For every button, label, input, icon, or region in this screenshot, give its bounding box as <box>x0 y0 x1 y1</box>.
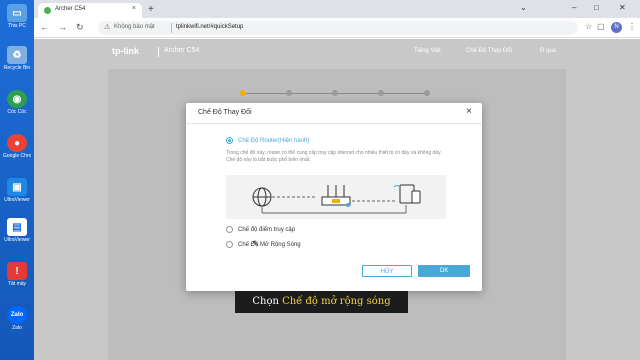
desktop-icon-label: Google Chrome <box>3 153 31 159</box>
new-tab-button[interactable]: + <box>148 4 154 15</box>
url-text: tplinkwifi.net/#quickSetup <box>176 24 244 30</box>
desktop-icon-label: Cốc Cốc <box>7 109 27 115</box>
mouse-cursor-icon: ↖ <box>252 238 260 248</box>
insecure-label: Không bảo mật <box>114 24 155 30</box>
desktop-icon-document[interactable]: ▤ UltraViewer <box>3 218 31 243</box>
omnibox-divider <box>171 23 172 33</box>
menu-icon[interactable]: ⋮ <box>628 22 636 31</box>
desktop-icon-coccoc[interactable]: ◉ Cốc Cốc <box>3 90 31 115</box>
tab-title: Archer C54 <box>55 6 86 12</box>
desktop: ▭ This PC ♻ Recycle Bin ◉ Cốc Cốc ● Goog… <box>0 0 34 360</box>
maximize-icon[interactable]: □ <box>594 3 599 12</box>
tplink-logo: tp-link <box>112 46 139 56</box>
setup-step-dot <box>240 90 246 96</box>
tab-strip: Archer C54 × + ⌄ – □ ✕ <box>34 0 640 18</box>
logout-link[interactable]: Đ qua <box>540 48 556 54</box>
back-icon[interactable]: ← <box>40 22 49 32</box>
chrome-icon: ● <box>7 134 27 152</box>
desktop-icon-label: Recycle Bin <box>3 65 31 71</box>
router-mode-diagram <box>226 175 446 219</box>
change-mode-link[interactable]: Chế Độ Thay Đổi <box>466 48 512 54</box>
bookmark-star-icon[interactable]: ☆ <box>585 22 592 31</box>
tab-search-icon[interactable]: ⌄ <box>520 3 527 12</box>
address-bar[interactable]: ⚠ Không bảo mật tplinkwifi.net/#quickSet… <box>98 21 578 35</box>
close-icon[interactable]: × <box>466 106 472 117</box>
desktop-icon-recycle-bin[interactable]: ♻ Recycle Bin <box>3 46 31 71</box>
caption-prefix: Chọn <box>252 296 283 307</box>
reload-icon[interactable]: ↻ <box>76 22 84 33</box>
desktop-icon-shutdown[interactable]: ! Tắt máy <box>3 262 31 287</box>
setup-step-dot <box>332 90 338 96</box>
zalo-icon: Zalo <box>7 306 27 324</box>
extension-icon[interactable]: ▢ <box>597 22 605 31</box>
router-model: Archer C54 <box>164 47 200 54</box>
ultraviewer-icon: ▣ <box>7 178 27 196</box>
dialog-title: Chế Độ Thay Đổi <box>198 109 252 116</box>
browser-toolbar: ← → ↻ ⚠ Không bảo mật tplinkwifi.net/#qu… <box>34 18 640 38</box>
change-mode-dialog: Chế Độ Thay Đổi × Chế Độ Router(Hiện hàn… <box>186 103 482 291</box>
language-link[interactable]: Tiếng Việt <box>414 48 441 54</box>
range-extender-label[interactable]: Chế Độ Mở Rộng Sóng <box>238 242 301 248</box>
range-extender-radio[interactable] <box>226 241 233 248</box>
power-icon: ! <box>7 262 27 280</box>
ok-button[interactable]: OK <box>418 265 470 277</box>
brand-divider <box>158 47 159 57</box>
document-icon: ▤ <box>7 218 27 236</box>
tab-close-icon[interactable]: × <box>132 5 136 12</box>
setup-step-dot <box>286 90 292 96</box>
recycle-bin-icon: ♻ <box>7 46 27 64</box>
computer-icon: ▭ <box>7 4 27 22</box>
devices-icon <box>393 184 421 204</box>
access-point-radio[interactable] <box>226 226 233 233</box>
favicon-icon <box>44 7 51 14</box>
warning-icon: ⚠ <box>104 24 111 31</box>
router-mode-label[interactable]: Chế Độ Router(Hiện hành) <box>238 138 309 144</box>
router-header: tp-link Archer C54 Tiếng Việt Chế Độ Tha… <box>34 39 640 65</box>
desktop-icon-this-pc[interactable]: ▭ This PC <box>3 4 31 29</box>
desktop-icon-ultraviewer[interactable]: ▣ UltraViewer <box>3 178 31 203</box>
setup-step-dot <box>424 90 430 96</box>
forward-icon[interactable]: → <box>58 22 67 32</box>
access-point-label[interactable]: Chế độ điểm truy cập <box>238 227 295 233</box>
close-window-icon[interactable]: ✕ <box>619 3 626 12</box>
desktop-icon-label: UltraViewer <box>4 197 30 203</box>
minimize-icon[interactable]: – <box>572 3 576 12</box>
desktop-icon-label: Zalo <box>12 325 22 331</box>
globe-icon <box>252 187 272 207</box>
desktop-icon-chrome[interactable]: ● Google Chrome <box>3 134 31 159</box>
router-icon <box>321 185 351 207</box>
caption-highlight: Chế độ mở rộng sóng <box>282 296 391 307</box>
dialog-divider <box>186 123 482 124</box>
tab-archer[interactable]: Archer C54 × <box>38 3 142 18</box>
cancel-button[interactable]: HỦY <box>362 265 412 277</box>
router-mode-radio[interactable] <box>226 137 233 144</box>
desktop-icon-zalo[interactable]: Zalo Zalo <box>3 306 31 331</box>
desktop-icon-label: Tắt máy <box>7 281 27 287</box>
profile-avatar[interactable]: N <box>611 22 622 33</box>
desktop-icon-label: UltraViewer <box>4 237 30 243</box>
video-caption: Chọn Chế độ mở rộng sóng <box>235 291 408 313</box>
mode-description: Trong chế độ này, router có thể cung cấp… <box>226 150 442 163</box>
setup-step-dot <box>378 90 384 96</box>
coccoc-icon: ◉ <box>7 90 27 108</box>
desktop-icon-label: This PC <box>8 23 26 29</box>
